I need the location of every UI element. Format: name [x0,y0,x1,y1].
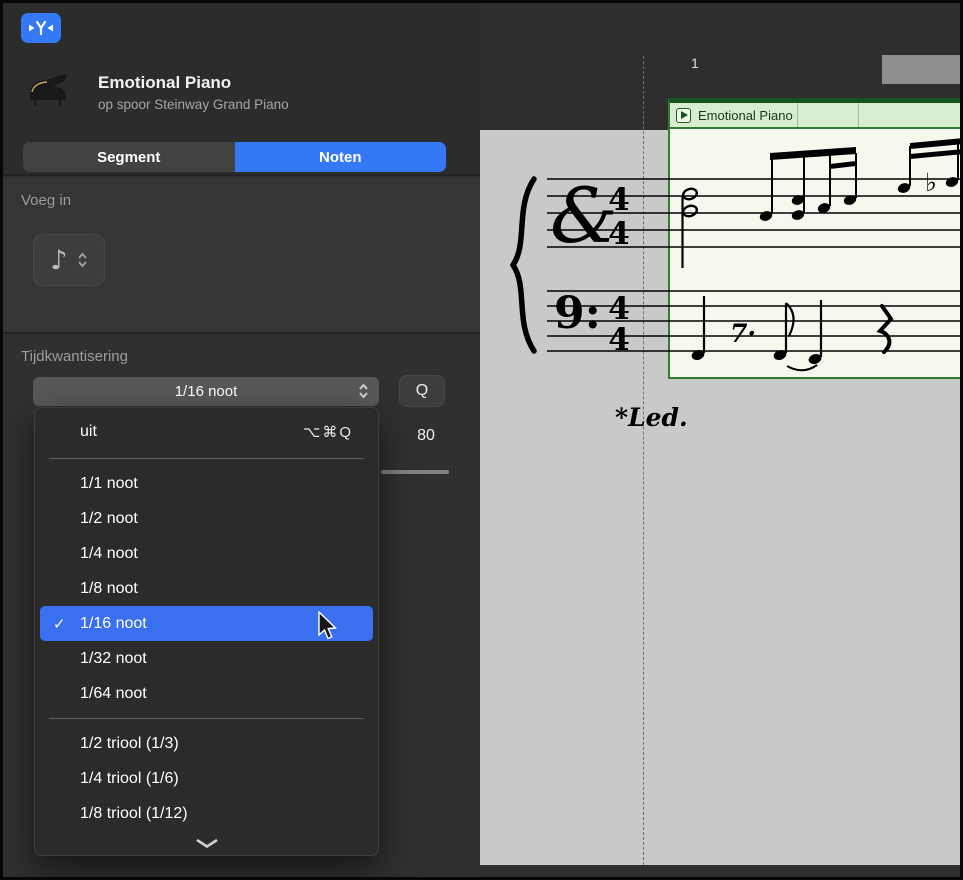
quantize-value: 1/16 noot [175,383,238,400]
menu-item-1-4-triool[interactable]: 1/4 triool (1/6) [40,761,373,796]
menu-item-label: uit [80,423,97,441]
track-title: Emotional Piano [98,73,231,93]
menu-item-1-64-noot[interactable]: 1/64 noot [40,676,373,711]
chevron-down-icon [195,838,219,848]
menu-item-label: 1/4 noot [80,545,138,563]
quantize-popup-button[interactable]: 1/16 noot [33,377,379,406]
menu-item-1-2-triool[interactable]: 1/2 triool (1/3) [40,726,373,761]
menu-item-1-8-noot[interactable]: 1/8 noot [40,571,373,606]
menu-item-label: 1/2 noot [80,510,138,528]
menu-item-1-2-noot[interactable]: 1/2 noot [40,501,373,536]
logic-score-editor-window: 1 Emotional Piano [0,0,963,880]
ruler-segment[interactable] [882,55,960,84]
menu-item-label: 1/32 noot [80,650,147,668]
filter-button[interactable] [21,13,61,43]
play-icon[interactable] [676,108,691,123]
funnel-arrows-icon [29,20,53,36]
menu-item-label: 1/1 noot [80,475,138,493]
insert-note-popup-button[interactable]: ♪ [33,234,105,286]
updown-chevrons-icon [358,382,369,400]
tab-noten[interactable]: Noten [235,142,447,172]
playhead-line [643,56,644,865]
region-name: Emotional Piano [698,108,793,123]
grand-piano-icon[interactable] [25,67,71,107]
ruler-bar-number[interactable]: 1 [691,55,699,71]
region-emotional-piano[interactable]: Emotional Piano [668,98,963,379]
menu-item-1-32-noot[interactable]: 1/32 noot [40,641,373,676]
beat-divider [797,103,798,127]
menu-item-label: 1/16 noot [80,615,147,633]
beat-divider [858,103,859,127]
updown-chevrons-icon [77,251,88,269]
menu-item-label: 1/64 noot [80,685,147,703]
menu-item-uit[interactable]: uit ⌥⌘Q [40,413,373,451]
region-header[interactable]: Emotional Piano [670,103,962,129]
menu-separator [49,458,364,459]
track-subtitle: op spoor Steinway Grand Piano [98,97,289,112]
menu-scroll-down[interactable] [35,831,378,852]
quantize-section-label: Tijdkwantisering [21,348,128,365]
menu-item-1-4-noot[interactable]: 1/4 noot [40,536,373,571]
inspector-tabs: Segment Noten [23,142,446,172]
menu-item-1-8-triool[interactable]: 1/8 triool (1/12) [40,796,373,831]
quantize-strength-value[interactable]: 80 [401,427,451,445]
strength-slider[interactable] [381,470,449,474]
quantize-apply-button[interactable]: Q [399,375,445,407]
eighth-note-icon: ♪ [50,245,67,276]
checkmark-icon: ✓ [53,615,66,633]
menu-item-shortcut: ⌥⌘Q [303,423,353,441]
menu-item-label: 1/2 triool (1/3) [80,735,179,753]
insert-section-label: Voeg in [21,192,71,209]
menu-item-label: 1/4 triool (1/6) [80,770,179,788]
menu-item-label: 1/8 noot [80,580,138,598]
menu-item-1-1-noot[interactable]: 1/1 noot [40,466,373,501]
menu-separator [49,718,364,719]
tab-segment[interactable]: Segment [23,142,235,172]
mouse-cursor [316,611,338,641]
menu-item-label: 1/8 triool (1/12) [80,805,188,823]
